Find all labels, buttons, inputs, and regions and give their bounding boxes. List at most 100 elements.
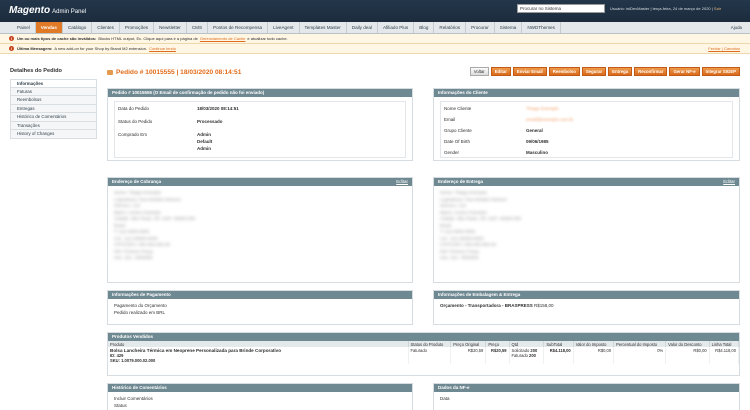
shipping-info-head: Informações de Embalagem & Entrega bbox=[434, 291, 739, 299]
sidebar-item-entregas[interactable]: Entregas bbox=[10, 104, 97, 113]
client-dob-value: 09/06/1985 bbox=[526, 139, 549, 144]
nav-catalogo[interactable]: Catálogo bbox=[63, 22, 93, 33]
shipping-line: Insc. Est.: 0000000 bbox=[440, 255, 479, 260]
shipping-address-body: Nome: Thiago Exemplo Logradouro: Rua Mod… bbox=[434, 186, 739, 282]
product-sku: SKU: 1.0079.000.02.000 bbox=[110, 358, 156, 363]
client-name-link[interactable]: Thiago Exemplo bbox=[526, 106, 559, 111]
qty-invoiced-label: Faturado bbox=[511, 353, 528, 358]
cache-notice-text: Blocks HTML output, Ec. Clique aqui para… bbox=[98, 36, 198, 41]
billing-address-head: Endereço de Cobrança Editar bbox=[108, 178, 412, 186]
client-group-value: General bbox=[526, 128, 543, 133]
sidebar-item-transacoes[interactable]: Transações bbox=[10, 121, 97, 130]
message-notice: ! Última Mensagem: A new add-on for your… bbox=[0, 44, 750, 54]
cancel-notice-link[interactable]: Cancelar bbox=[724, 46, 740, 51]
nav-painel[interactable]: Painel bbox=[12, 22, 36, 33]
sidebar-item-informacoes[interactable]: Informações bbox=[10, 79, 97, 88]
cache-notice-title: Um ou mais tipos de cache são inválidos: bbox=[17, 36, 97, 41]
help-link[interactable]: Ajuda bbox=[731, 22, 742, 34]
shipping-info-panel: Informações de Embalagem & Entrega Orçam… bbox=[433, 290, 740, 325]
product-cell: Bolsa Lancheira Térmica em Neoprene Pers… bbox=[108, 347, 409, 364]
logout-link[interactable]: Sair bbox=[714, 6, 721, 11]
shipping-method: Orçamento - Transportadora - BRASPRESS bbox=[440, 303, 533, 308]
order-info-head: Pedido # 10015555 (O Email de confirmaçã… bbox=[108, 89, 412, 97]
sigep-button[interactable]: Integrar SIGEP bbox=[701, 67, 740, 76]
nav-clientes[interactable]: Clientes bbox=[92, 22, 120, 33]
order-info-body: Data do Pedido 18/03/2020 08:14:51 Statu… bbox=[114, 101, 406, 158]
product-tax: R$0,00 bbox=[573, 347, 615, 364]
nav-sistema[interactable]: Sistema bbox=[495, 22, 523, 33]
refund-button[interactable]: Reembolso bbox=[548, 67, 580, 76]
admin-header: Magento Admin Panel Procurar no Sistema U… bbox=[0, 0, 750, 22]
table-row: Bolsa Lancheira Térmica em Neoprene Pers… bbox=[108, 347, 740, 364]
nav-blog[interactable]: Blog bbox=[414, 22, 435, 33]
close-notice-link[interactable]: Fechar bbox=[708, 46, 720, 51]
products-table: Produto Status do Produto Preço Original… bbox=[108, 341, 740, 364]
nav-procurar[interactable]: Procurar bbox=[466, 22, 495, 33]
billing-line: Insc. Est.: 0000000 bbox=[114, 255, 153, 260]
qty-invoiced: 200 bbox=[529, 353, 536, 358]
sidebar-item-comentarios[interactable]: Histórico de Comentários bbox=[10, 113, 97, 122]
nav-afiliado[interactable]: Afiliado Plus bbox=[378, 22, 415, 33]
cache-management-link[interactable]: Gerenciamento de Cache bbox=[200, 36, 246, 41]
sidebar-title: Detalhes do Pedido bbox=[10, 68, 62, 74]
nfe-body: Data bbox=[434, 392, 739, 410]
sidebar-item-history[interactable]: History of Changes bbox=[10, 130, 97, 139]
client-group-label: Grupo Cliente bbox=[444, 128, 472, 133]
nav-vendas[interactable]: Vendas bbox=[35, 22, 63, 33]
comments-head: Histórico de Comentários bbox=[108, 384, 412, 392]
products-panel: Produtos Vendidos Produto Status do Prod… bbox=[107, 332, 740, 376]
nav-pontos[interactable]: Pontos de Recompensa bbox=[208, 22, 269, 33]
main-nav: Painel Vendas Catálogo Clientes Promoçõe… bbox=[0, 22, 750, 34]
client-name-label: Nome Cliente bbox=[444, 106, 472, 111]
product-qty: Solicitado 200 Faturado 200 bbox=[509, 347, 545, 364]
nav-daily-deal[interactable]: Daily deal bbox=[347, 22, 378, 33]
order-bought-value-3: Admin bbox=[197, 146, 211, 151]
shipping-info-body: Orçamento - Transportadora - BRASPRESS R… bbox=[434, 299, 739, 324]
nav-cms[interactable]: CMS bbox=[187, 22, 209, 33]
order-actions: Voltar Editar Enviar Email Reembolso Seg… bbox=[469, 67, 740, 76]
payment-body: Pagamento do Orçamento Pedido realizado … bbox=[108, 299, 412, 324]
hold-button[interactable]: Segurar bbox=[581, 67, 607, 76]
client-info-head: Informações do Cliente bbox=[434, 89, 739, 97]
send-email-button[interactable]: Enviar Email bbox=[512, 67, 547, 76]
sidebar-item-reembolsos[interactable]: Reembolsos bbox=[10, 96, 97, 105]
back-button[interactable]: Voltar bbox=[469, 67, 489, 76]
nav-newsletter[interactable]: Newsletter bbox=[154, 22, 187, 33]
payment-panel: Informações de Pagamento Pagamento do Or… bbox=[107, 290, 413, 325]
logo-subtitle: Admin Panel bbox=[52, 9, 87, 15]
shipping-address-panel: Endereço de Entrega Editar Nome: Thiago … bbox=[433, 177, 740, 283]
nfe-date-label: Data bbox=[440, 396, 450, 401]
reorder-button[interactable]: Reconfirmar bbox=[634, 67, 668, 76]
product-row-total: R$4.118,00 bbox=[709, 347, 740, 364]
order-status-label: Status do Pedido bbox=[118, 119, 153, 124]
edit-billing-link[interactable]: Editar bbox=[396, 178, 408, 186]
page-title: Pedido # 10015555 | 18/03/2020 08:14:51 bbox=[107, 69, 241, 76]
client-dob-label: Date Of Birth bbox=[444, 139, 471, 144]
sidebar-item-faturas[interactable]: Faturas bbox=[10, 87, 97, 96]
order-status-value: Processado bbox=[197, 119, 223, 124]
edit-shipping-link[interactable]: Editar bbox=[723, 178, 735, 186]
nav-liveagent[interactable]: LiveAgent bbox=[268, 22, 300, 33]
nav-promocoes[interactable]: Promoções bbox=[120, 22, 155, 33]
order-date-value: 18/03/2020 08:14:51 bbox=[197, 106, 239, 111]
alert-icon: ! bbox=[9, 46, 14, 51]
magento-logo[interactable]: Magento Admin Panel bbox=[9, 5, 86, 16]
client-info-panel: Informações do Cliente Nome Cliente Thia… bbox=[433, 88, 740, 161]
order-bought-value-1: Admin bbox=[197, 132, 211, 137]
cache-notice: ! Um ou mais tipos de cache são inválido… bbox=[0, 34, 750, 44]
nav-templates[interactable]: Templates Master bbox=[300, 22, 347, 33]
client-info-body: Nome Cliente Thiago Exemplo Email email@… bbox=[440, 101, 733, 158]
nav-nwdthemes[interactable]: NWDThemes bbox=[522, 22, 561, 33]
billing-address-title: Endereço de Cobrança bbox=[112, 179, 162, 184]
ship-button[interactable]: Entrega bbox=[608, 67, 633, 76]
generate-nfe-button[interactable]: Gerar NF-e bbox=[669, 67, 700, 76]
product-subtotal: R$4.118,00 bbox=[543, 347, 574, 364]
client-email-link[interactable]: email@exemplo.com.br bbox=[526, 117, 573, 122]
continue-reading-link[interactable]: Continue lendo bbox=[149, 46, 176, 51]
product-discount: R$0,00 bbox=[665, 347, 710, 364]
warning-icon: ! bbox=[9, 36, 14, 41]
nav-relatorios[interactable]: Relatórios bbox=[434, 22, 467, 33]
edit-button[interactable]: Editar bbox=[490, 67, 511, 76]
order-icon bbox=[107, 69, 113, 75]
global-search-input[interactable]: Procurar no Sistema bbox=[517, 4, 605, 13]
